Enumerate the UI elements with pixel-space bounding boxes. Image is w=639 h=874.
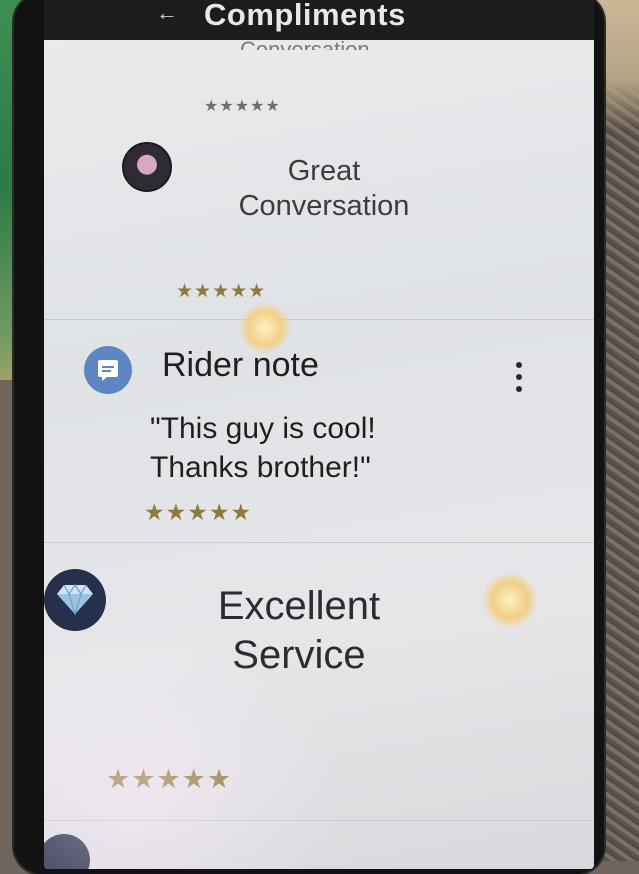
back-arrow-icon[interactable]: ← xyxy=(156,0,178,26)
rider-note-stars: ★★★★★ xyxy=(144,500,253,526)
screen-haze xyxy=(44,634,344,869)
note-icon xyxy=(84,346,132,394)
rider-note-line2: Thanks brother!" xyxy=(150,451,371,484)
rider-note-line1: "This guy is cool! xyxy=(150,412,376,445)
app-header: ← Compliments xyxy=(44,0,594,40)
great-conversation-stars: ★★★★★ xyxy=(176,280,267,302)
diamond-icon xyxy=(44,569,106,631)
divider xyxy=(44,319,594,320)
more-options-icon[interactable] xyxy=(514,362,524,396)
chat-badge-icon xyxy=(122,142,172,192)
phone-screen: ← Compliments Conversation ★★★★★ Great C… xyxy=(44,0,594,869)
rider-note-label: Rider note xyxy=(162,346,319,384)
great-conversation-line2: Conversation xyxy=(238,190,410,223)
phone-frame: ← Compliments Conversation ★★★★★ Great C… xyxy=(14,0,604,874)
page-title: Compliments xyxy=(204,0,406,32)
great-conversation-title: Great Conversation xyxy=(194,154,454,225)
divider xyxy=(44,542,594,543)
light-glare xyxy=(482,572,538,628)
great-conversation-line1: Great xyxy=(287,155,361,187)
top-card-stars: ★★★★★ xyxy=(204,96,281,115)
excellent-service-line1: Excellent xyxy=(217,584,381,628)
rider-note-text: "This guy is cool! Thanks brother!" xyxy=(150,409,470,487)
